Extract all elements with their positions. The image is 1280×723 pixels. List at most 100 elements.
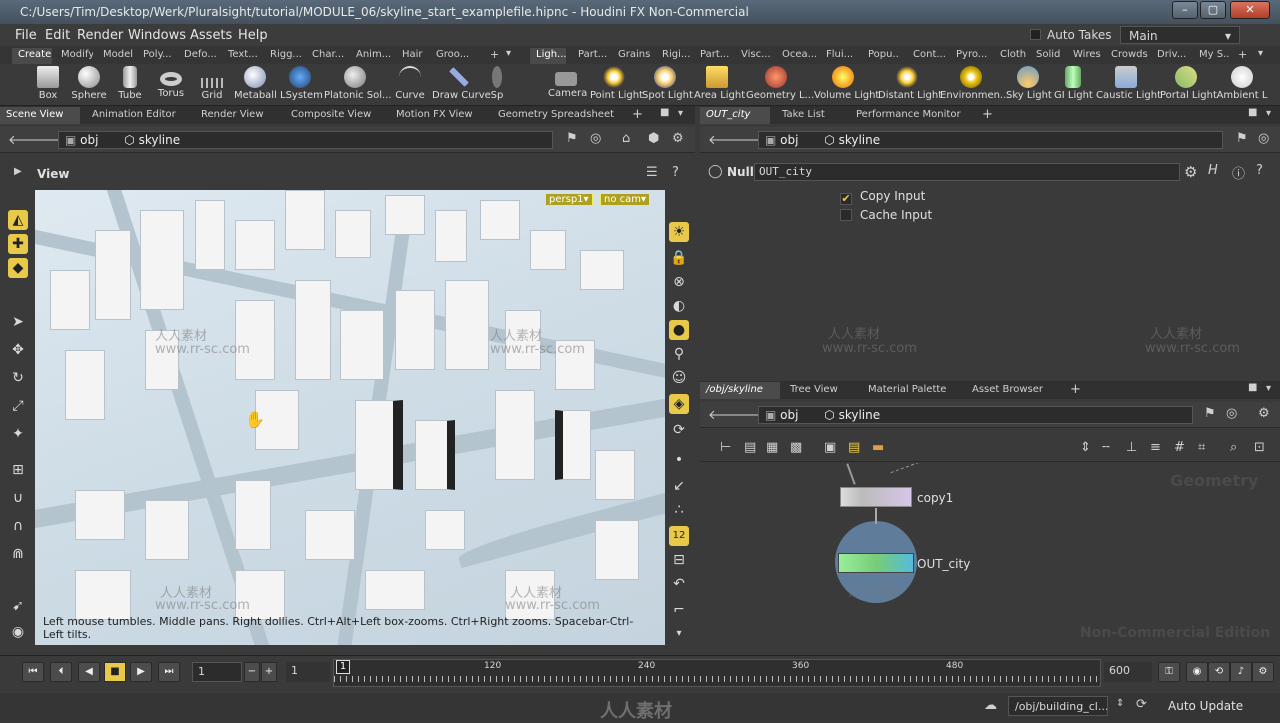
start-frame-field[interactable]: 1 <box>286 662 330 682</box>
tab-animation-editor[interactable]: Animation Editor <box>86 107 194 124</box>
dot-icon[interactable]: • <box>669 450 689 470</box>
plus-icon[interactable]: + <box>1238 48 1247 61</box>
menu-assets[interactable]: Assets <box>190 28 232 43</box>
lighting-icon[interactable]: ☀ <box>669 222 689 242</box>
tab-render-view[interactable]: Render View <box>195 107 279 124</box>
pane-menu-icon[interactable]: ■ <box>660 107 669 118</box>
align-icon[interactable]: ⊥ <box>1126 440 1137 455</box>
snap-grid-icon[interactable]: ⋒ <box>8 544 28 564</box>
list-icon[interactable]: ▤ <box>744 440 756 455</box>
tool-spot-light[interactable]: Spot Light <box>642 66 693 101</box>
render-icon[interactable]: ⬢ <box>648 131 659 146</box>
tree-icon[interactable]: ⊢ <box>720 440 731 455</box>
status-path-field[interactable]: /obj/building_cl... <box>1008 696 1108 716</box>
audio-icon[interactable]: ♪ <box>1230 662 1252 682</box>
shelf-tab-fluid[interactable]: Flui... <box>820 48 858 64</box>
shelf-tab-grains[interactable]: Grains <box>612 48 652 64</box>
plus-icon[interactable]: + <box>490 48 499 61</box>
step-back-button[interactable]: ⏴ <box>50 662 72 682</box>
tool-platonic[interactable]: Platonic Sol... <box>324 66 392 101</box>
tool-geometry-light[interactable]: Geometry L... <box>746 66 814 101</box>
magnet-icon[interactable]: ∪ <box>8 488 28 508</box>
handle-tool-icon[interactable]: ✚ <box>8 234 28 254</box>
tool-camera[interactable]: Camera <box>548 66 587 99</box>
grid-icon[interactable]: ⌗ <box>1198 440 1205 455</box>
shelf-tab-particles[interactable]: Part... <box>572 48 608 64</box>
palette-icon[interactable]: ▩ <box>790 440 802 455</box>
camera-frame-icon[interactable]: ⊡ <box>1254 440 1265 455</box>
tab-material-palette[interactable]: Material Palette <box>862 382 958 399</box>
shelf-tab-deform[interactable]: Defo... <box>178 48 218 64</box>
tab-performance-monitor[interactable]: Performance Monitor <box>850 107 972 124</box>
display-shading-icon[interactable]: ◐ <box>669 296 689 316</box>
pose-icon[interactable]: ✦ <box>8 424 28 444</box>
close-view-icon[interactable]: ⊗ <box>669 272 689 292</box>
desktop-selector[interactable]: Main ▾ <box>1120 26 1240 44</box>
tool-sky-light[interactable]: Sky Light <box>1006 66 1052 101</box>
headlight-icon[interactable]: ● <box>669 320 689 340</box>
pane-menu-icon[interactable]: ■ <box>1248 107 1257 118</box>
parameters-icon[interactable]: ▦ <box>766 440 778 455</box>
shelf-tab-poly[interactable]: Poly... <box>137 48 175 64</box>
realtime-icon[interactable]: ◉ <box>1186 662 1208 682</box>
scene-viewport[interactable]: persp1▾ no cam▾ ✋ 人人素材 www.rr-sc.com 人人素… <box>35 190 665 645</box>
numbers-icon[interactable]: 12 <box>669 526 689 546</box>
shelf-tab-rigging[interactable]: Rigg... <box>264 48 302 64</box>
jump-end-button[interactable]: ⏭ <box>158 662 180 682</box>
node-out-city[interactable] <box>838 553 914 573</box>
tab-motion-fx-view[interactable]: Motion FX View <box>390 107 490 124</box>
tool-spray[interactable]: Sp <box>490 66 504 101</box>
display-options-icon[interactable]: ☰ <box>646 165 658 180</box>
pane-menu-icon[interactable]: ■ <box>1248 382 1257 393</box>
tab-geometry-spreadsheet[interactable]: Geometry Spreadsheet <box>492 107 614 124</box>
tool-grid[interactable]: Grid <box>194 66 230 101</box>
gear-icon[interactable]: ⚙ <box>1184 163 1197 181</box>
tab-asset-browser[interactable]: Asset Browser <box>966 382 1052 399</box>
link-icon[interactable]: ◎ <box>1226 406 1237 421</box>
camera-view-icon[interactable]: ⌂ <box>622 131 630 146</box>
link-icon[interactable]: ◎ <box>590 131 601 146</box>
shelf-tab-crowds[interactable]: Crowds <box>1105 48 1151 64</box>
current-frame-field[interactable]: 1 <box>192 662 242 682</box>
frame-increment-button[interactable]: + <box>261 662 277 682</box>
history-icon[interactable]: H <box>1208 163 1218 178</box>
shelf-tab-particle-fluids[interactable]: Part... <box>694 48 732 64</box>
help-icon[interactable]: ? <box>672 165 679 180</box>
chevron-down-icon[interactable]: ▾ <box>678 108 683 119</box>
normals-icon[interactable]: ↙ <box>669 476 689 496</box>
tab-tree-view[interactable]: Tree View <box>784 382 854 399</box>
select-handle-icon[interactable]: ◭ <box>8 210 28 230</box>
auto-takes-toggle[interactable]: Auto Takes <box>1030 28 1112 42</box>
tool-point-light[interactable]: Point Light <box>590 66 643 101</box>
guide-icon[interactable]: ↶ <box>669 574 689 594</box>
tool-portal-light[interactable]: Portal Light <box>1160 66 1217 101</box>
shelf-tab-viscous[interactable]: Visc... <box>735 48 773 64</box>
menu-help[interactable]: Help <box>238 28 268 43</box>
subnet-icon[interactable]: ▬ <box>872 440 884 455</box>
menu-file[interactable]: File <box>15 28 37 43</box>
shelf-tab-model[interactable]: Model <box>97 48 135 64</box>
select-arrow-icon[interactable]: ➤ <box>8 312 28 332</box>
chevron-down-icon[interactable]: ▾ <box>506 48 511 59</box>
distribute-icon[interactable]: ≡ <box>1150 440 1161 455</box>
menu-windows[interactable]: Windows <box>128 28 186 43</box>
brush-tool-icon[interactable]: ◆ <box>8 258 28 278</box>
sticky-note-icon[interactable]: ▤ <box>848 440 860 455</box>
info-icon[interactable]: ⓘ <box>1232 163 1245 182</box>
network-box-icon[interactable]: ▣ <box>824 440 836 455</box>
shelf-tab-lights[interactable]: Ligh... <box>530 48 566 64</box>
gear-icon[interactable]: ⚙ <box>672 131 684 146</box>
tool-draw-curve[interactable]: Draw Curve <box>432 66 491 101</box>
timeline-track[interactable]: 1 120 240 360 480 <box>333 659 1101 687</box>
shelf-tab-texture[interactable]: Text... <box>222 48 260 64</box>
key-icon[interactable]: ⚿ <box>1158 662 1180 682</box>
quick-select-icon[interactable]: ➹ <box>8 596 28 616</box>
shelf-tab-solid[interactable]: Solid <box>1030 48 1066 64</box>
view-tool-icon[interactable]: ⊞ <box>8 460 28 480</box>
chevron-down-icon[interactable]: ▾ <box>1258 48 1263 59</box>
tool-tube[interactable]: Tube <box>112 66 148 101</box>
menu-render[interactable]: Render <box>77 28 123 43</box>
template-icon[interactable]: ⊟ <box>669 550 689 570</box>
chevron-down-icon[interactable]: ▾ <box>1266 383 1271 394</box>
chevron-updown-icon[interactable]: ⇕ <box>1116 698 1124 709</box>
